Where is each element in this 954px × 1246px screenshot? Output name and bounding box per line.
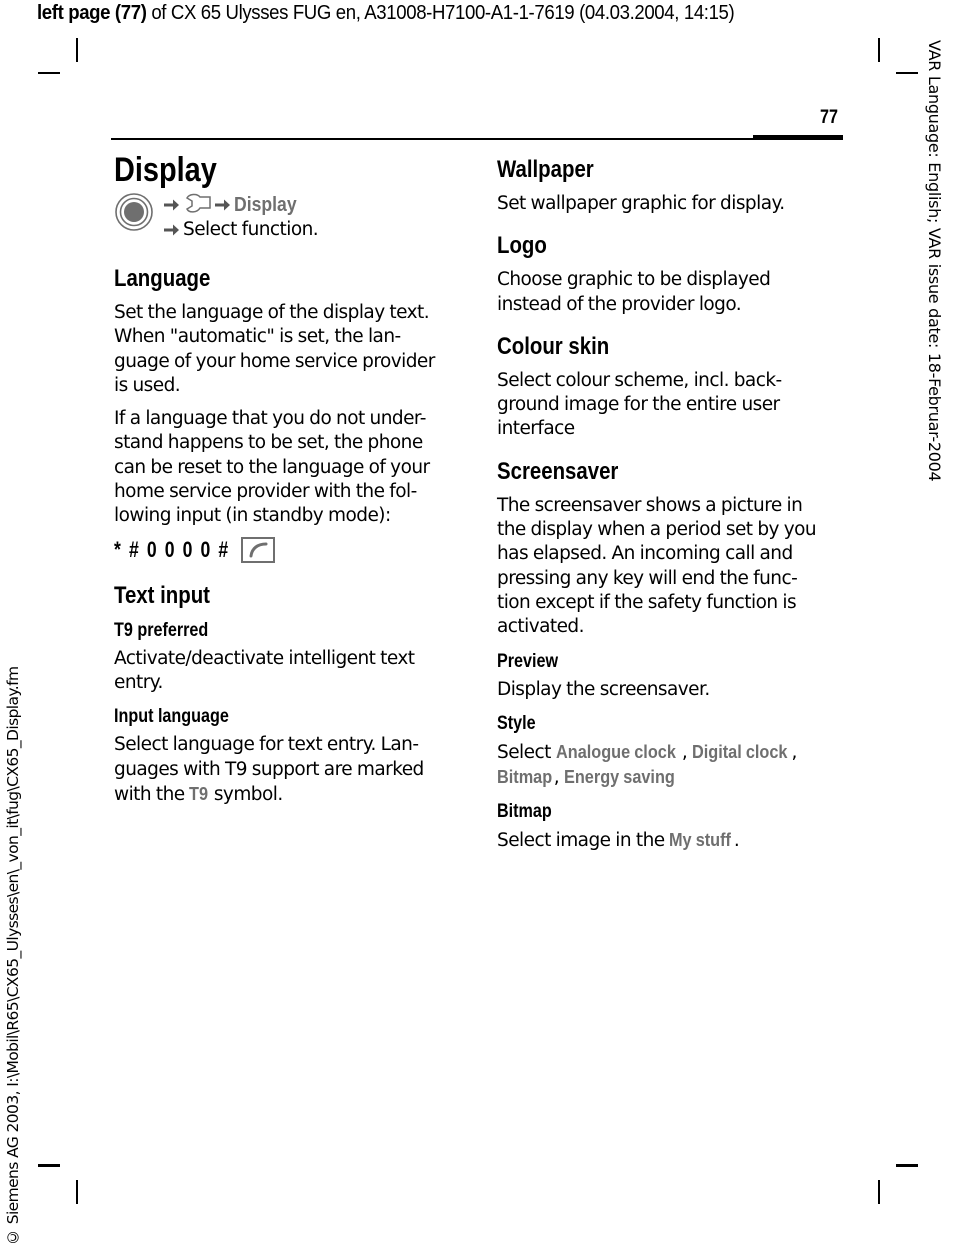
page-number: 77 [820, 107, 838, 128]
text-fragment: Select image in the [497, 830, 670, 852]
header-rule [111, 138, 843, 140]
print-header-doc: of CX 65 Ulysses FUG en, A31008-H7100-A1… [146, 2, 735, 24]
menu-term-t9: T9 [189, 782, 209, 804]
left-column: Display Display Select function. Languag… [114, 150, 464, 807]
section-heading-language: Language [114, 265, 211, 292]
crop-mark [76, 38, 78, 62]
colour-skin-text: Select colour scheme, incl. back- ground… [497, 369, 842, 442]
style-text: Select Analogue clock, Digital clock, Bi… [497, 740, 842, 791]
text-line: Activate/deactivate intelligent text [114, 647, 415, 669]
separator: , [681, 741, 693, 763]
section-heading-logo: Logo [497, 232, 547, 260]
arrow-right-icon [164, 224, 179, 236]
crop-mark [878, 38, 880, 62]
right-column: Wallpaper Set wallpaper graphic for disp… [497, 155, 842, 854]
text-line: guages with T9 support are marked [114, 758, 424, 780]
text-line: Bitmap, Energy saving [497, 765, 842, 790]
text-line: with the T9 symbol. [114, 782, 464, 807]
crop-mark [38, 72, 60, 74]
crop-mark [878, 1180, 880, 1204]
wrench-settings-icon [186, 193, 211, 213]
text-line: Select language for text entry. Lan- [114, 734, 419, 756]
section-heading-wallpaper: Wallpaper [497, 156, 594, 183]
text-line: guage of your home service provider [114, 350, 435, 372]
text-line: If a language that you do not under- [114, 408, 426, 430]
crop-mark [896, 72, 918, 74]
text-line: Select Analogue clock, Digital clock, [497, 740, 842, 765]
text-line: When "automatic" is set, the lan- [114, 326, 401, 348]
bitmap-text: Select image in the My stuff. [497, 828, 842, 853]
reset-code-row: * # 0 0 0 0 # [114, 535, 464, 565]
text-line: Set the language of the display text. [114, 302, 430, 323]
side-note-var: VAR Language: English; VAR issue date: 1… [925, 40, 944, 482]
call-key-icon [240, 536, 275, 563]
menu-term-my-stuff: My stuff [669, 829, 732, 851]
option-analogue-clock: Analogue clock [555, 740, 676, 762]
text-fragment: . [733, 830, 740, 852]
option-energy-saving: Energy saving [563, 766, 675, 788]
print-header: left page (77) of CX 65 Ulysses FUG en, … [37, 2, 735, 25]
t9-preferred-text: Activate/deactivate intelligent text ent… [114, 647, 464, 696]
language-para-2: If a language that you do not under- sta… [114, 407, 464, 528]
text-line: Choose graphic to be displayed [497, 269, 771, 291]
text-line: the display when a period set by you [497, 519, 817, 541]
arrow-right-icon [164, 199, 179, 211]
text-line: can be reset to the language of your [114, 456, 430, 478]
text-line: The screensaver shows a picture in [497, 494, 803, 516]
wallpaper-text: Set wallpaper graphic for display. [497, 193, 785, 214]
text-line: activated. [497, 616, 585, 638]
text-fragment: symbol. [209, 783, 283, 805]
text-line: interface [497, 418, 575, 440]
page-title: Display [114, 151, 217, 189]
subheading-t9-preferred: T9 preferred [114, 619, 209, 641]
text-line: has elapsed. An incoming call and [497, 543, 793, 565]
language-para-1: Set the language of the display text. Wh… [114, 301, 464, 398]
reset-code: * # 0 0 0 0 # [114, 536, 230, 562]
text-line: home service provider with the fol- [114, 481, 417, 503]
preview-text: Display the screensaver. [497, 678, 710, 700]
print-header-page: left page (77) [37, 2, 147, 24]
text-line: is used. [114, 374, 181, 396]
crop-mark [38, 1164, 60, 1167]
logo-text: Choose graphic to be displayed instead o… [497, 268, 842, 317]
screensaver-text: The screensaver shows a picture in the d… [497, 494, 842, 640]
menu-key-icon [115, 193, 153, 231]
text-line: ground image for the entire user [497, 394, 780, 416]
subheading-preview: Preview [497, 650, 559, 672]
text-line: pressing any key will end the func- [497, 567, 798, 589]
subheading-style: Style [497, 712, 536, 734]
input-language-text: Select language for text entry. Lan- gua… [114, 733, 464, 807]
section-heading-screensaver: Screensaver [497, 457, 619, 485]
text-line: tion except if the safety function is [497, 591, 797, 613]
option-digital-clock: Digital clock [692, 740, 788, 762]
separator: , [791, 741, 798, 763]
nav-instruction: Select function. [183, 218, 319, 240]
subheading-bitmap: Bitmap [497, 801, 552, 823]
text-line: entry. [114, 671, 163, 693]
text-line: stand happens to be set, the phone [114, 432, 423, 454]
section-heading-text-input: Text input [114, 581, 210, 609]
text-line: instead of the provider logo. [497, 293, 742, 315]
menu-path: Display Select function. [114, 192, 464, 250]
header-rule-accent [753, 135, 843, 140]
text-fragment: with the [114, 783, 190, 805]
separator: , [553, 767, 564, 789]
side-note-copyright: © Siemens AG 2003, I:\Mobil\R65\CX65_Uly… [4, 666, 22, 1246]
text-line: lowing input (in standby mode): [114, 505, 391, 527]
arrow-right-icon [215, 199, 230, 211]
subheading-input-language: Input language [114, 706, 229, 728]
crop-mark [896, 1164, 918, 1167]
text-line: Select colour scheme, incl. back- [497, 369, 782, 391]
section-heading-colour-skin: Colour skin [497, 332, 610, 360]
menu-item-display: Display [234, 193, 297, 216]
text-fragment: Select [497, 741, 556, 763]
crop-mark [76, 1180, 78, 1204]
option-bitmap: Bitmap [497, 766, 553, 788]
